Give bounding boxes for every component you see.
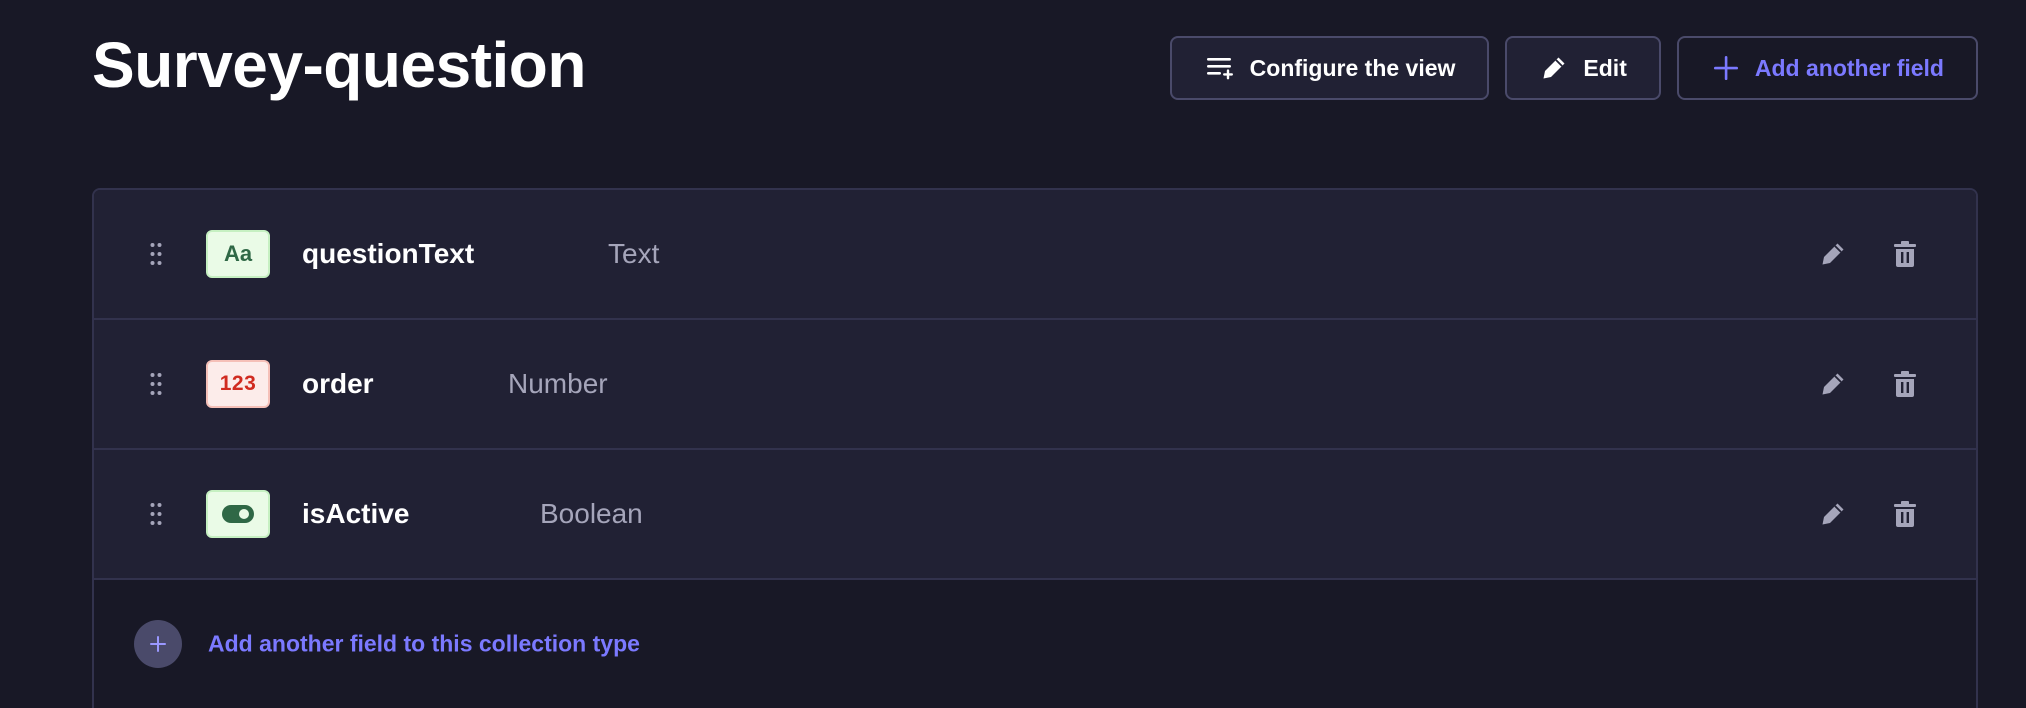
field-row[interactable]: Aa questionText Text xyxy=(94,190,1976,320)
pencil-icon[interactable] xyxy=(1820,500,1846,528)
drag-handle-icon[interactable] xyxy=(150,242,162,266)
add-field-to-collection-button[interactable]: Add another field to this collection typ… xyxy=(94,580,1976,708)
plus-icon xyxy=(1713,55,1739,81)
fields-list: Aa questionText Text 123 order Number is… xyxy=(92,188,1978,708)
content-type-builder-page: Survey-question Configure the view Edit … xyxy=(0,0,2026,708)
pencil-icon[interactable] xyxy=(1820,240,1846,268)
row-actions xyxy=(1820,370,1918,398)
field-row[interactable]: isActive Boolean xyxy=(94,450,1976,580)
pencil-icon[interactable] xyxy=(1820,370,1846,398)
toggle-type-icon xyxy=(206,490,270,538)
pencil-icon xyxy=(1541,55,1567,81)
field-name: order xyxy=(302,368,374,399)
plus-circle-icon[interactable] xyxy=(134,620,182,668)
configure-view-label: Configure the view xyxy=(1249,54,1456,81)
text-type-icon: Aa xyxy=(206,230,270,278)
field-name: questionText xyxy=(302,238,475,269)
row-actions xyxy=(1820,500,1918,528)
field-name: isActive xyxy=(302,498,410,529)
edit-button[interactable]: Edit xyxy=(1505,36,1661,100)
field-type: Boolean xyxy=(540,498,643,529)
number-type-icon: 123 xyxy=(206,360,270,408)
trash-icon[interactable] xyxy=(1892,500,1918,528)
drag-handle-icon[interactable] xyxy=(150,502,162,526)
header-toolbar: Configure the view Edit Add another fiel… xyxy=(1169,36,1978,100)
field-type: Number xyxy=(508,368,608,399)
list-settings-icon xyxy=(1206,56,1234,80)
field-type: Text xyxy=(608,238,660,269)
field-row[interactable]: 123 order Number xyxy=(94,320,1976,450)
trash-icon[interactable] xyxy=(1892,370,1918,398)
drag-handle-icon[interactable] xyxy=(150,372,162,396)
row-actions xyxy=(1820,240,1918,268)
configure-view-button[interactable]: Configure the view xyxy=(1169,36,1490,100)
add-field-to-collection-label: Add another field to this collection typ… xyxy=(208,630,640,657)
trash-icon[interactable] xyxy=(1892,240,1918,268)
edit-label: Edit xyxy=(1583,54,1627,81)
page-title: Survey-question xyxy=(92,29,586,101)
add-another-field-button[interactable]: Add another field xyxy=(1676,36,1978,100)
add-another-field-label: Add another field xyxy=(1754,54,1944,81)
